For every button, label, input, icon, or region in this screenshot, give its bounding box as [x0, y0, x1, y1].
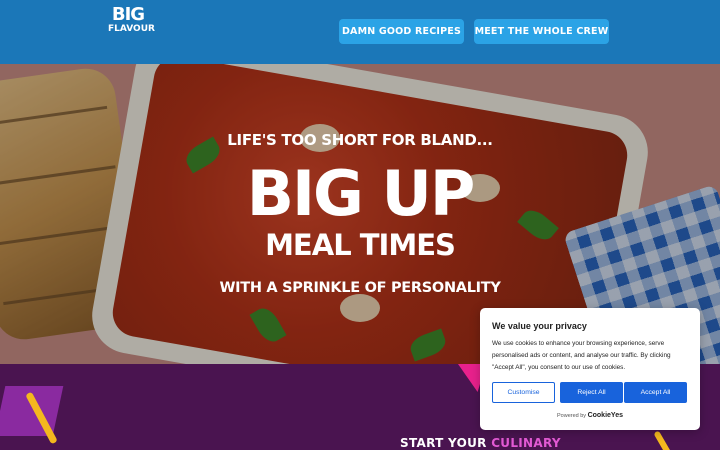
site-header: BIG FLAVOUR DAMN GOOD RECIPES MEET THE W…	[0, 0, 720, 64]
hero-tagline-top: LIFE'S TOO SHORT FOR BLAND...	[227, 131, 493, 149]
cookie-consent-banner: We value your privacy We use cookies to …	[480, 308, 700, 430]
cookie-title: We value your privacy	[492, 321, 587, 331]
section-title-text: START YOUR	[400, 436, 492, 450]
logo-line-1: BIG	[111, 4, 145, 25]
section-title: START YOUR CULINARY	[400, 436, 561, 450]
cookieyes-logo[interactable]: CookieYes	[588, 412, 623, 419]
accept-all-button[interactable]: Accept All	[624, 382, 687, 403]
powered-by: Powered by CookieYes	[480, 412, 700, 419]
customise-button[interactable]: Customise	[492, 382, 555, 403]
section-title-accent: CULINARY	[491, 436, 561, 450]
logo-line-2: FLAVOUR	[108, 24, 155, 35]
hero-tagline-bottom: WITH A SPRINKLE OF PERSONALITY	[219, 280, 501, 296]
cookie-description: We use cookies to enhance your browsing …	[492, 340, 671, 371]
hero-subheadline: MEAL TIMES	[265, 228, 456, 262]
decorative-stroke	[653, 430, 673, 450]
big-flavour-logo[interactable]: BIG FLAVOUR	[108, 4, 155, 54]
nav-recipes-button[interactable]: DAMN GOOD RECIPES	[339, 19, 464, 44]
nav-crew-button[interactable]: MEET THE WHOLE CREW	[474, 19, 609, 44]
powered-by-label: Powered by	[557, 413, 587, 419]
hero-headline: BIG UP	[246, 157, 476, 230]
reject-all-button[interactable]: Reject All	[560, 382, 623, 403]
